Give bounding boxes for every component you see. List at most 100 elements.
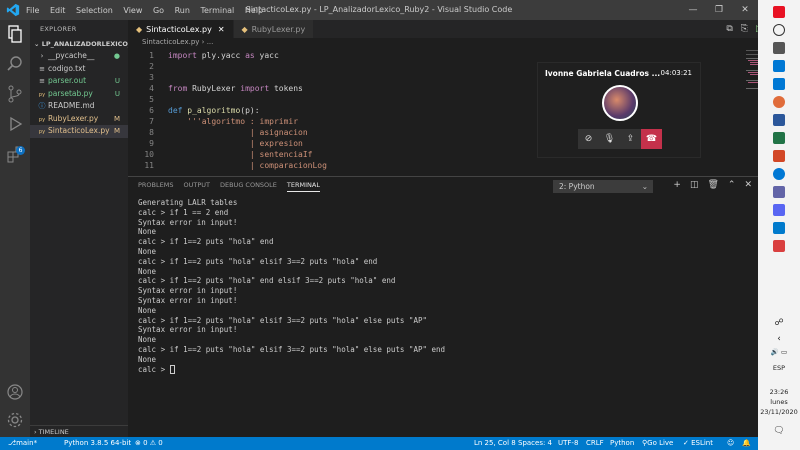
edge-browser-icon[interactable] [773,168,785,180]
chevron-up-icon[interactable]: ⌃ [728,180,736,190]
git-status: U [114,77,120,85]
call-controls: ⊘ 🎙 ⇪ ☎ [578,129,662,149]
terminal-selector[interactable]: 2: Python ⌄ [553,180,653,193]
pdf-reader-icon[interactable] [773,240,785,252]
eslint-status[interactable]: ✓ ESLint [683,437,713,450]
video-off-icon[interactable]: ⊘ [578,129,599,149]
line-ending[interactable]: CRLF [586,437,604,450]
terminal-selector-value: 2: Python [559,182,595,191]
powerpoint-icon[interactable] [773,150,785,162]
tab-problems[interactable]: PROBLEMS [138,181,173,192]
open-preview-icon[interactable]: ⎘ [741,24,748,34]
teams-icon[interactable] [773,186,785,198]
input-language[interactable]: ESP [758,364,800,372]
explorer-icon[interactable] [5,24,25,44]
tab-sintacticolex[interactable]: ◆ SintacticoLex.py ✕ [128,20,234,38]
chevron-left-icon[interactable]: ‹ [758,334,800,344]
search-icon[interactable] [5,54,25,74]
workspace-folder[interactable]: ⌄ LP_ANALIZADORLEXICO_R... [30,38,128,50]
chrome-icon[interactable] [773,96,785,108]
close-icon[interactable]: ✕ [732,0,758,20]
tab-debug-console[interactable]: DEBUG CONSOLE [220,181,277,192]
terminal-line: None [138,335,157,345]
restore-icon[interactable]: ❐ [706,0,732,20]
terminal-lines: Generating LALR tables calc > if 1 == 2 e… [138,198,445,365]
line-number: 7 [149,117,154,126]
clock-time[interactable]: 23:26 [758,388,800,396]
panel-tabs: PROBLEMS OUTPUT DEBUG CONSOLE TERMINAL [138,181,330,192]
menu-terminal[interactable]: Terminal [200,6,234,15]
edge-icon[interactable] [773,60,785,72]
terminal-output[interactable]: Generating LALR tables calc > if 1 == 2 e… [138,198,445,375]
breadcrumb[interactable]: SintacticoLex.py › ... [128,38,758,50]
clock-day[interactable]: lunes [758,398,800,406]
file-item-pycache[interactable]: › __pycache__ ● [30,50,128,63]
file-item-codigo[interactable]: ≡ codigo.txt [30,63,128,76]
file-item-parsetab[interactable]: py parsetab.py U [30,88,128,101]
microphone-icon[interactable]: 🎙 [599,129,620,149]
terminal-prompt-line[interactable]: calc > [138,365,445,375]
windows-start-icon[interactable] [773,6,785,18]
close-panel-icon[interactable]: ✕ [744,180,752,190]
file-item-sintacticolex[interactable]: py SintacticoLex.py M [30,125,128,138]
file-item-rubylexer[interactable]: py RubyLexer.py M [30,113,128,126]
store-icon[interactable] [773,78,785,90]
notifications-icon[interactable]: 🔔 [742,437,751,450]
file-label: codigo.txt [48,63,86,73]
clock-date[interactable]: 23/11/2020 [758,408,800,416]
people-icon[interactable]: ☍ [758,318,800,328]
menu-go[interactable]: Go [153,6,164,15]
tab-rubylexer[interactable]: ◆ RubyLexer.py [233,20,315,38]
code-line[interactable]: 11 | comparacionLog [128,160,758,171]
minimize-icon[interactable]: — [680,0,706,20]
file-item-parser-out[interactable]: ≡ parser.out U [30,75,128,88]
problems-status[interactable]: ⊗ 0 ⚠ 0 [135,437,163,450]
git-status: M [113,127,120,135]
menu-edit[interactable]: Edit [50,6,66,15]
task-view-icon[interactable] [773,42,785,54]
new-terminal-icon[interactable]: + [673,180,681,190]
trash-icon[interactable]: 🗑 [707,180,718,190]
feedback-icon[interactable]: ☺ [727,437,734,450]
discord-icon[interactable] [773,204,785,216]
close-icon[interactable]: ✕ [218,25,225,34]
menu-file[interactable]: File [26,6,39,15]
end-call-button[interactable]: ☎ [641,129,662,149]
account-icon[interactable] [5,382,25,402]
code-token: from [168,84,188,93]
split-terminal-icon[interactable]: ◫ [690,180,699,190]
vscode-icon[interactable] [773,222,785,234]
cursor-position[interactable]: Ln 25, Col 8 [474,437,516,450]
tab-output[interactable]: OUTPUT [183,181,210,192]
system-tray-icons[interactable]: 🔊 ▭ [758,348,800,356]
menu-help[interactable]: Help [245,6,263,15]
panel-actions: + ◫ 🗑 ⌃ ✕ [664,180,752,190]
menu-selection[interactable]: Selection [76,6,113,15]
notification-center-icon[interactable]: 🗨 [758,426,800,436]
settings-gear-icon[interactable] [5,410,25,430]
branch-status[interactable]: ⎇ main* [8,437,37,450]
excel-icon[interactable] [773,132,785,144]
language-mode[interactable]: Python [610,437,634,450]
tab-terminal[interactable]: TERMINAL [286,181,320,192]
go-live[interactable]: ⚲ Go Live [642,437,673,450]
code-token: | comparacionLog [168,161,327,170]
menu-run[interactable]: Run [175,6,190,15]
file-label: __pycache__ [48,51,95,60]
compare-icon[interactable]: ⧉ [726,24,732,34]
file-item-readme[interactable]: ⓘ README.md [30,100,128,113]
word-icon[interactable] [773,114,785,126]
run-debug-icon[interactable] [5,114,25,134]
source-control-icon[interactable] [5,84,25,104]
share-screen-icon[interactable]: ⇪ [620,129,641,149]
search-icon[interactable] [773,24,785,36]
call-overlay[interactable]: Ivonne Gabriela Cuadros ... 04:03:21 ⊘ 🎙… [537,62,701,158]
encoding[interactable]: UTF-8 [558,437,578,450]
code-line[interactable]: 1 import ply.yacc as yacc [128,50,758,61]
python-interpreter[interactable]: Python 3.8.5 64-bit [64,437,131,450]
timeline-section[interactable]: › TIMELINE [30,425,128,437]
go-live-label: Go Live [647,439,674,447]
indentation[interactable]: Spaces: 4 [518,437,552,450]
menu-view[interactable]: View [123,6,142,15]
title-bar: File Edit Selection View Go Run Terminal… [0,0,758,20]
